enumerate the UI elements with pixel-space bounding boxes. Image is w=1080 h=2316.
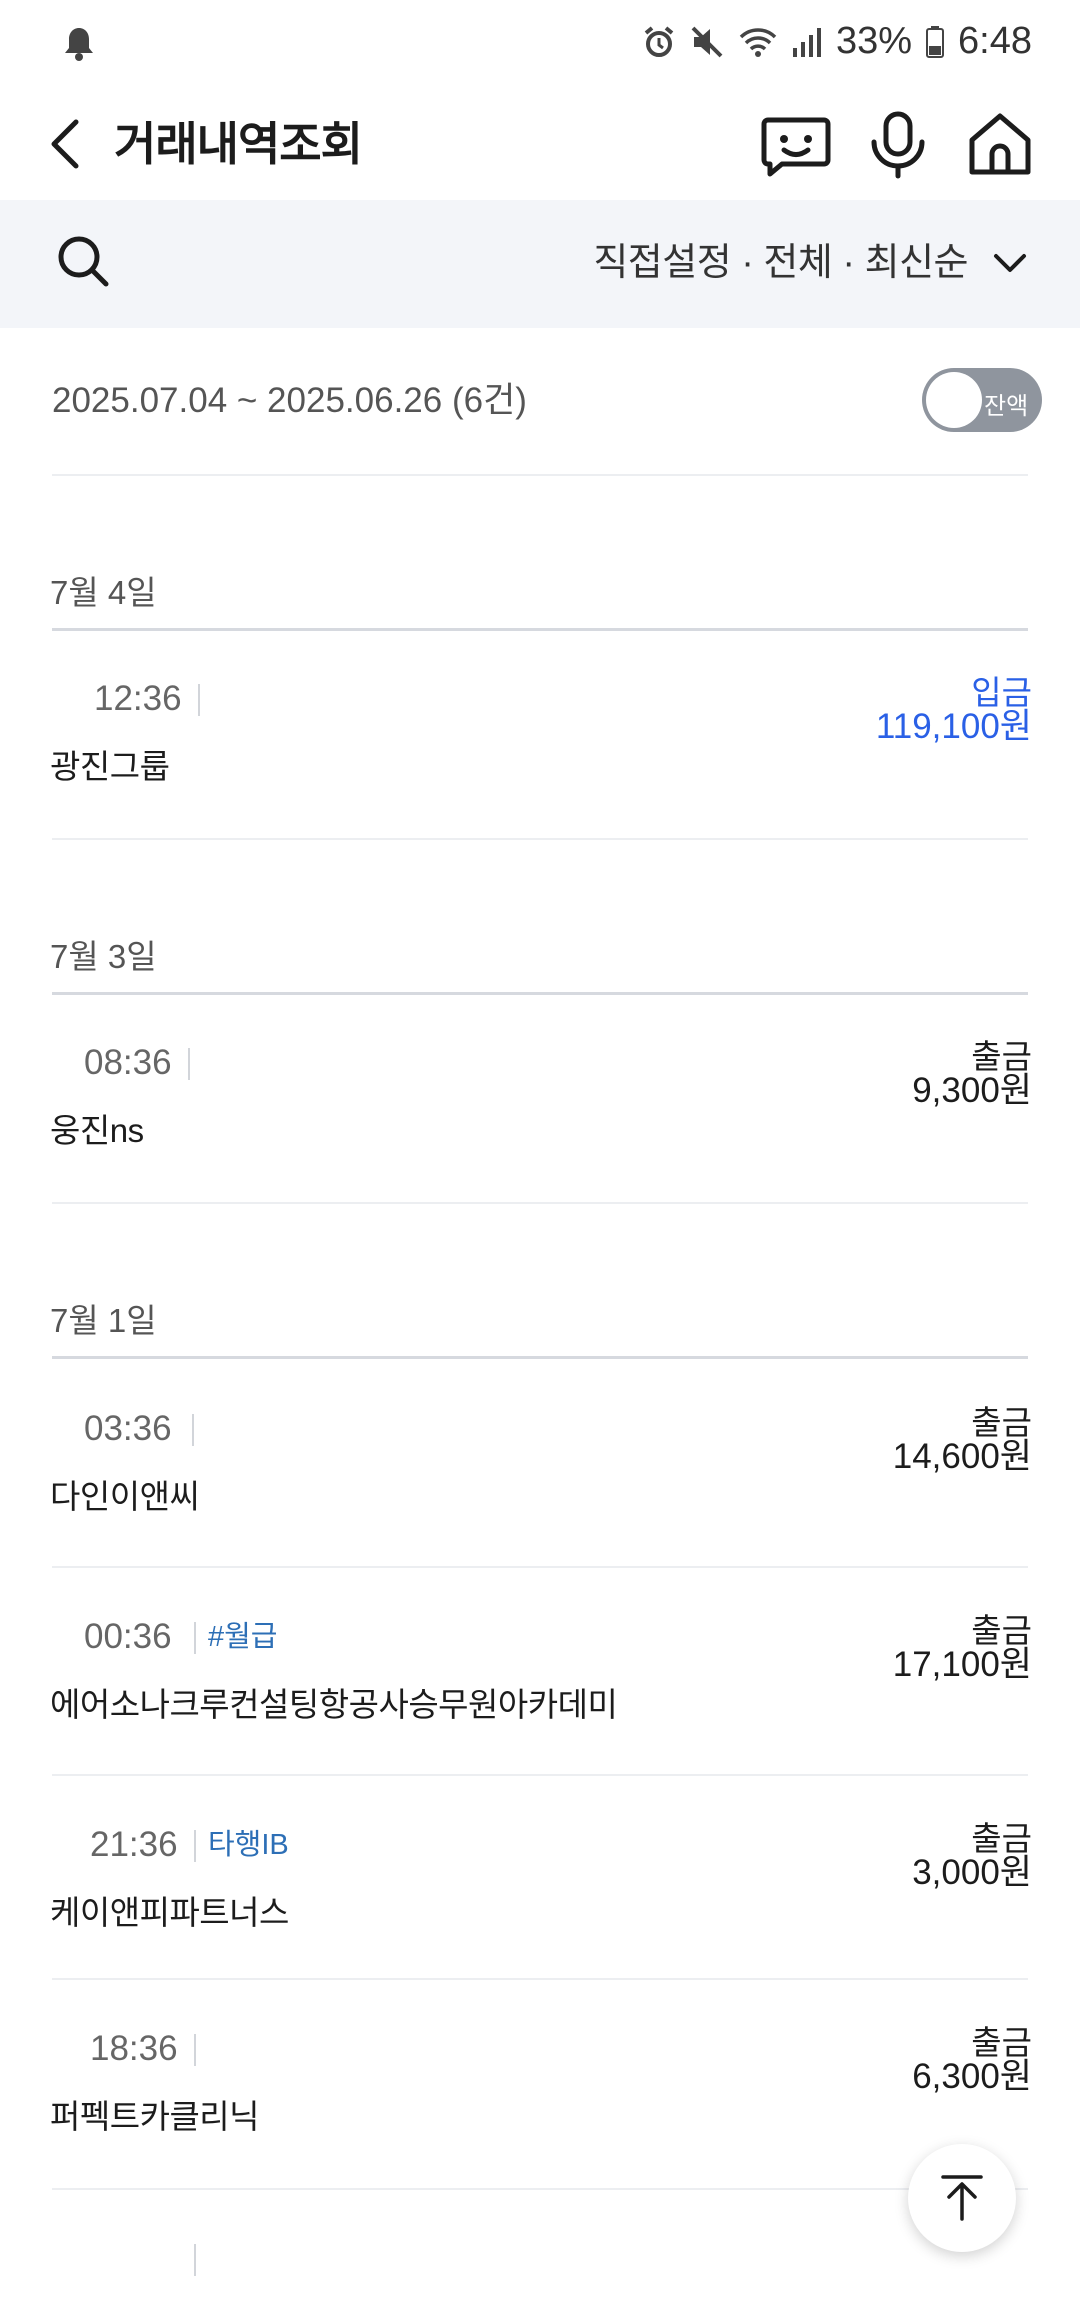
microphone-icon[interactable] [858, 104, 938, 184]
wifi-icon [738, 25, 778, 59]
transaction-time: 21:36 [90, 1825, 178, 1864]
battery-icon [926, 25, 945, 58]
divider [194, 2244, 196, 2276]
transaction-name: 다인이앤씨 [50, 1478, 200, 1515]
balance-toggle[interactable]: 잔액 [922, 368, 1042, 432]
date-divider [52, 1356, 1028, 1359]
transaction-amount: 119,100원 [875, 707, 1032, 746]
transaction-name: 광진그룹 [50, 748, 170, 785]
chatbot-icon[interactable] [756, 104, 836, 184]
divider [52, 1774, 1028, 1776]
divider [188, 1048, 190, 1080]
transaction-amount: 3,000원 [912, 1853, 1032, 1892]
transaction-tag[interactable]: 타행IB [208, 1822, 289, 1868]
transaction-type: 출금 [971, 1820, 1032, 1857]
chevron-down-icon[interactable] [990, 244, 1030, 284]
transaction-name: 웅진ns [50, 1112, 144, 1149]
divider [52, 1566, 1028, 1568]
divider [52, 838, 1028, 840]
date-divider [52, 628, 1028, 631]
divider [52, 474, 1028, 476]
transaction-time: 03:36 [84, 1409, 172, 1448]
toggle-knob [926, 372, 982, 428]
status-bar: 33% 6:48 [0, 0, 1080, 90]
divider [194, 1830, 196, 1862]
transaction-name: 퍼펙트카클리닉 [50, 2098, 260, 2135]
status-icons: 33% 6:48 [642, 20, 1032, 63]
transaction-amount: 17,100원 [892, 1645, 1032, 1684]
balance-toggle-label: 잔액 [984, 393, 1029, 420]
scroll-to-top-button[interactable] [908, 2144, 1016, 2252]
alarm-icon [642, 25, 676, 59]
transaction-tag[interactable]: #월급 [208, 1614, 278, 1660]
divider [192, 1414, 194, 1446]
back-icon[interactable] [40, 112, 96, 176]
date-header: 7월 1일 [50, 1302, 157, 1339]
transaction-time: 08:36 [84, 1043, 172, 1082]
page-title: 거래내역조회 [114, 118, 363, 170]
home-icon[interactable] [960, 104, 1040, 184]
date-header: 7월 3일 [50, 938, 157, 975]
transaction-type: 출금 [971, 1404, 1032, 1441]
filter-bar: 직접설정 · 전체 · 최신순 [0, 200, 1080, 328]
battery-percent: 33% [835, 20, 913, 62]
transaction-amount: 6,300원 [912, 2057, 1032, 2096]
date-range: 2025.07.04 ~ 2025.06.26 (6건) [52, 381, 527, 420]
transaction-name: 에어소나크루컨설팅항공사승무원아카데미 [50, 1686, 618, 1723]
divider [194, 1622, 196, 1654]
divider [52, 2188, 1028, 2190]
transaction-type: 출금 [971, 1612, 1032, 1649]
date-header: 7월 4일 [50, 574, 157, 611]
transaction-type: 출금 [971, 2024, 1032, 2061]
range-row: 2025.07.04 ~ 2025.06.26 (6건) 잔액 [0, 328, 1080, 476]
transaction-type: 입금 [971, 674, 1032, 711]
transaction-amount: 9,300원 [912, 1071, 1032, 1110]
arrow-up-icon [941, 2175, 983, 2221]
divider [52, 1202, 1028, 1204]
status-time: 6:48 [958, 20, 1032, 62]
date-divider [52, 992, 1028, 995]
search-icon[interactable] [52, 230, 116, 294]
notification-bell-icon [64, 26, 94, 67]
app-header: 거래내역조회 [0, 90, 1080, 200]
transaction-time: 18:36 [90, 2029, 178, 2068]
signal-icon [792, 26, 822, 58]
transaction-type: 출금 [971, 1038, 1032, 1075]
divider [52, 1978, 1028, 1980]
divider [198, 684, 200, 716]
transaction-time: 00:36 [84, 1617, 172, 1656]
divider [194, 2034, 196, 2066]
transaction-amount: 14,600원 [892, 1437, 1032, 1476]
transaction-name: 케이앤피파트너스 [50, 1894, 289, 1931]
filter-selector[interactable]: 직접설정 · 전체 · 최신순 [593, 240, 968, 286]
mute-icon [690, 25, 724, 59]
transaction-time: 12:36 [94, 679, 182, 718]
